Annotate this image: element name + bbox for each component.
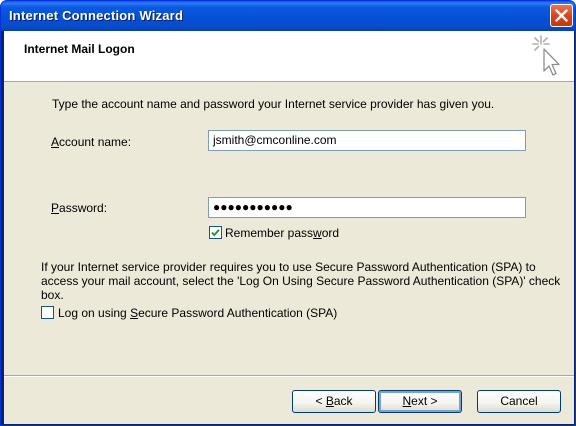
password-masked-value: ●●●●●●●●●●● [213, 200, 293, 214]
password-input[interactable]: ●●●●●●●●●●● [208, 197, 526, 218]
close-icon [555, 9, 568, 22]
wizard-wand-icon [532, 35, 560, 76]
wizard-client-area: Internet Mail Logon Type the account nam… [4, 31, 574, 424]
remember-password-label[interactable]: Remember password [225, 226, 339, 240]
page-title: Internet Mail Logon [24, 42, 135, 56]
button-separator [4, 375, 574, 377]
intro-text: Type the account name and password your … [52, 97, 495, 111]
account-name-value: jsmith@cmconline.com [213, 133, 337, 147]
back-button[interactable]: < Back [292, 390, 376, 413]
spa-info-text: If your Internet service provider requir… [41, 260, 561, 302]
wizard-window: Internet Connection Wizard Internet Mail… [0, 0, 576, 426]
account-name-input[interactable]: jsmith@cmconline.com [208, 130, 526, 151]
window-title: Internet Connection Wizard [9, 8, 184, 23]
account-name-label: Account name: [51, 135, 132, 149]
title-bar[interactable]: Internet Connection Wizard [1, 1, 575, 31]
spa-checkbox[interactable] [41, 306, 54, 319]
remember-password-checkbox[interactable] [209, 226, 222, 239]
spa-checkbox-label[interactable]: Log on using Secure Password Authenticat… [58, 306, 337, 320]
next-button[interactable]: Next > [378, 390, 462, 413]
close-button[interactable] [550, 4, 573, 27]
cancel-button[interactable]: Cancel [477, 390, 561, 413]
wizard-header: Internet Mail Logon [4, 31, 574, 82]
password-label: Password: [51, 201, 108, 215]
checkmark-icon [211, 229, 220, 237]
